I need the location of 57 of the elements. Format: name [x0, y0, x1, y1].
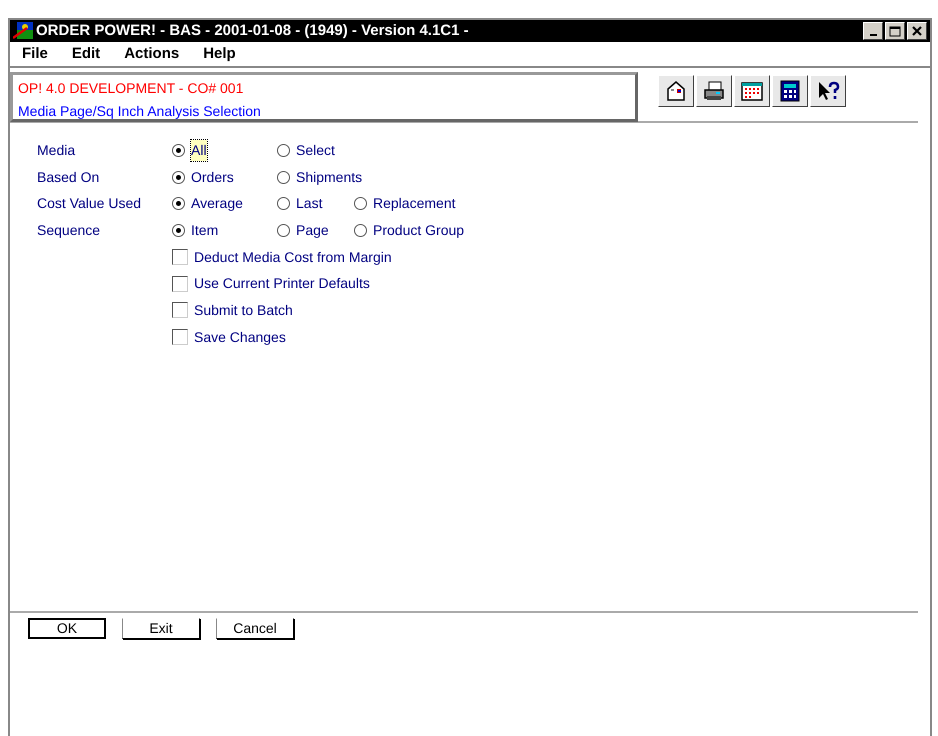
maximize-button[interactable] — [885, 22, 905, 40]
field-label: Media — [37, 140, 76, 160]
radio-button[interactable] — [354, 197, 367, 210]
radio-button[interactable] — [354, 224, 367, 237]
calendar-button[interactable] — [734, 75, 770, 107]
help-pointer-button[interactable] — [810, 75, 846, 107]
radio-button[interactable] — [277, 170, 290, 184]
help-pointer-icon — [816, 80, 840, 102]
menu-item[interactable]: File — [22, 42, 48, 66]
minimize-button[interactable] — [863, 22, 883, 40]
radio-button[interactable] — [172, 170, 185, 184]
calculator-button[interactable] — [772, 75, 808, 107]
calendar-icon — [740, 80, 764, 102]
checkbox-label[interactable]: Deduct Media Cost from Margin — [194, 246, 392, 268]
checkbox-label[interactable]: Submit to Batch — [194, 300, 293, 321]
radio-label[interactable]: Product Group — [373, 220, 464, 241]
radio-label[interactable]: Orders — [191, 166, 234, 188]
minimize-icon — [870, 34, 876, 36]
checkbox[interactable] — [172, 276, 188, 292]
printer-icon — [702, 80, 726, 102]
radio-button[interactable] — [277, 224, 290, 237]
checkbox-label[interactable]: Save Changes — [194, 326, 286, 348]
company-label: OP! 4.0 DEVELOPMENT - CO# 001 — [18, 79, 244, 98]
printer-button[interactable] — [696, 75, 732, 107]
radio-label[interactable]: Average — [191, 193, 243, 214]
radio-button[interactable] — [277, 197, 290, 210]
screen-title: Media Page/Sq Inch Analysis Selection — [18, 102, 262, 121]
menu-item[interactable]: Help — [203, 42, 236, 66]
radio-button[interactable] — [277, 144, 290, 157]
radio-label[interactable]: All — [191, 140, 207, 161]
checkbox[interactable] — [172, 329, 188, 346]
menu-item[interactable]: Actions — [124, 42, 180, 66]
checkbox-label[interactable]: Use Current Printer Defaults — [194, 273, 370, 294]
radio-label[interactable]: Last — [296, 193, 322, 214]
maximize-icon — [889, 26, 901, 36]
field-label: Based On — [37, 168, 100, 187]
dialog-button[interactable]: Exit — [122, 618, 200, 639]
radio-label[interactable]: Replacement — [373, 193, 456, 214]
window-title: ORDER POWER! - BAS - 2001-01-08 - (1949) - Version 4.1C1 - — [36, 20, 470, 41]
radio-label[interactable]: Select — [296, 140, 335, 161]
field-label: Sequence — [37, 220, 102, 240]
radio-label[interactable]: Item — [191, 220, 218, 241]
radio-button[interactable] — [172, 224, 185, 237]
app-logo-icon — [13, 22, 33, 40]
radio-label[interactable]: Page — [296, 220, 329, 241]
menu-item[interactable]: Edit — [72, 42, 100, 66]
radio-label[interactable]: Shipments — [296, 166, 362, 188]
checkbox[interactable] — [172, 302, 188, 318]
radio-button[interactable] — [172, 144, 185, 157]
checkbox[interactable] — [172, 249, 188, 266]
dialog-button[interactable]: OK — [28, 618, 106, 639]
calculator-icon — [779, 80, 801, 102]
close-icon — [912, 26, 922, 36]
field-label: Cost Value Used — [37, 194, 142, 214]
dialog-button[interactable]: Cancel — [216, 618, 294, 639]
radio-button[interactable] — [172, 197, 185, 210]
close-button[interactable] — [907, 22, 927, 40]
